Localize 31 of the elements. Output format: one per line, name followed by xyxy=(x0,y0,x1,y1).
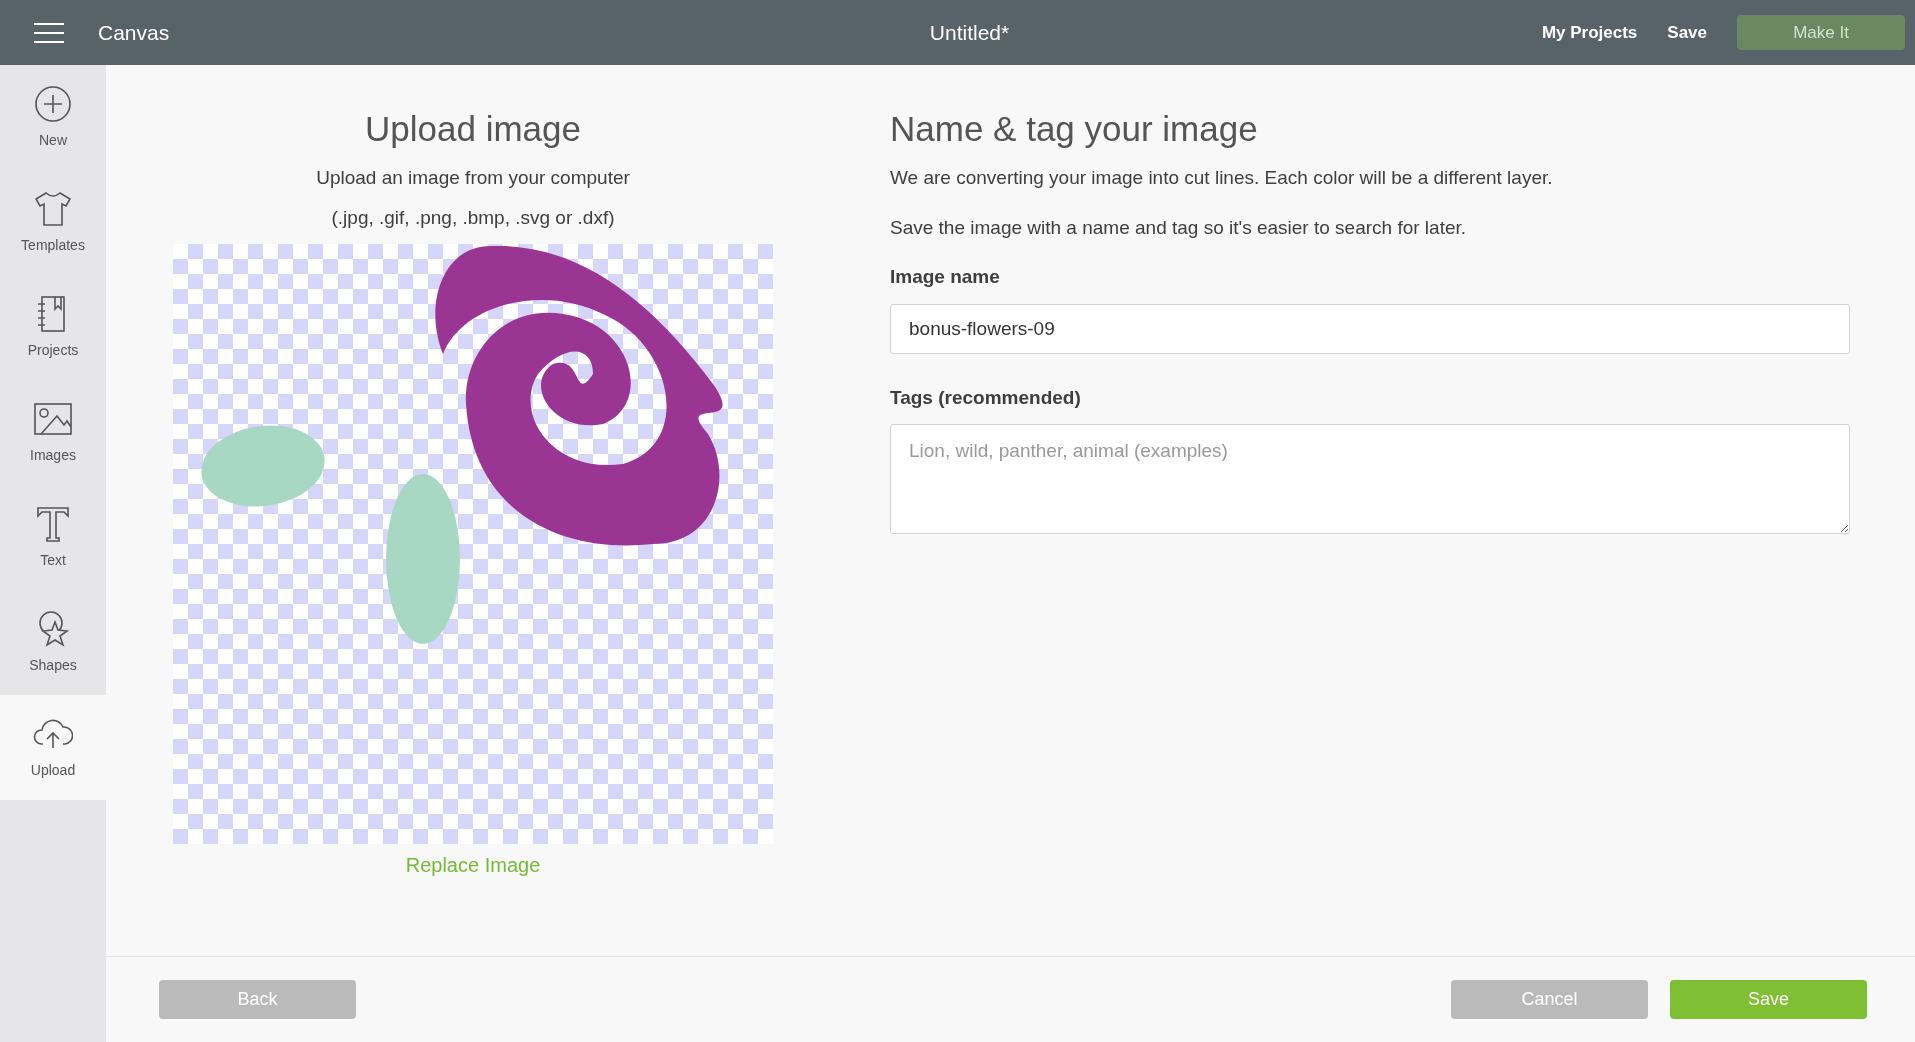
save-link[interactable]: Save xyxy=(1667,19,1707,46)
item-label: Text xyxy=(40,551,66,570)
document-title: Untitled* xyxy=(929,19,1010,46)
item-label: Images xyxy=(30,446,76,465)
sidebar-item[interactable]: Images xyxy=(0,380,106,485)
item-label: Templates xyxy=(21,236,85,255)
menu-icon[interactable] xyxy=(34,22,64,43)
sidebar-item[interactable]: New xyxy=(0,65,106,170)
sidebar-item[interactable]: Text xyxy=(0,485,106,590)
description-text: Save the image with a name and tag so it's easier to search for later. xyxy=(890,215,1468,240)
item-label: Shapes xyxy=(29,656,77,675)
sidebar-item[interactable]: Projects xyxy=(0,275,106,380)
app-name: Canvas xyxy=(98,19,170,46)
panel-title: Name & tag your image xyxy=(890,108,1259,150)
plus-icon xyxy=(33,84,73,124)
sidebar-item[interactable]: Templates xyxy=(0,170,106,275)
tags-field[interactable]: Lion, wild, panther, animal (examples) xyxy=(890,424,1850,534)
file-formats: (.jpg, .gif, .png, .bmp, .svg or .dxf) xyxy=(331,205,615,230)
item-label: Upload xyxy=(30,761,76,780)
image-name-field[interactable]: bonus-flowers-09 xyxy=(890,303,1850,354)
description-text: We are converting your image into cut lines. Each color will be a different layer. xyxy=(890,166,1554,190)
field-label: Image name xyxy=(890,265,1001,289)
item-label: Projects xyxy=(27,341,79,360)
sidebar-item[interactable]: Upload xyxy=(0,695,106,800)
sidebar-item[interactable]: Shapes xyxy=(0,590,106,695)
upload-instructions: Upload an image from your computer xyxy=(316,166,630,190)
field-label: Tags (recommended) xyxy=(890,385,1082,410)
item-label: New xyxy=(39,131,67,150)
projects-link[interactable]: My Projects xyxy=(1541,19,1638,46)
shirt-icon xyxy=(33,189,73,229)
panel-title: Upload image xyxy=(365,108,581,150)
